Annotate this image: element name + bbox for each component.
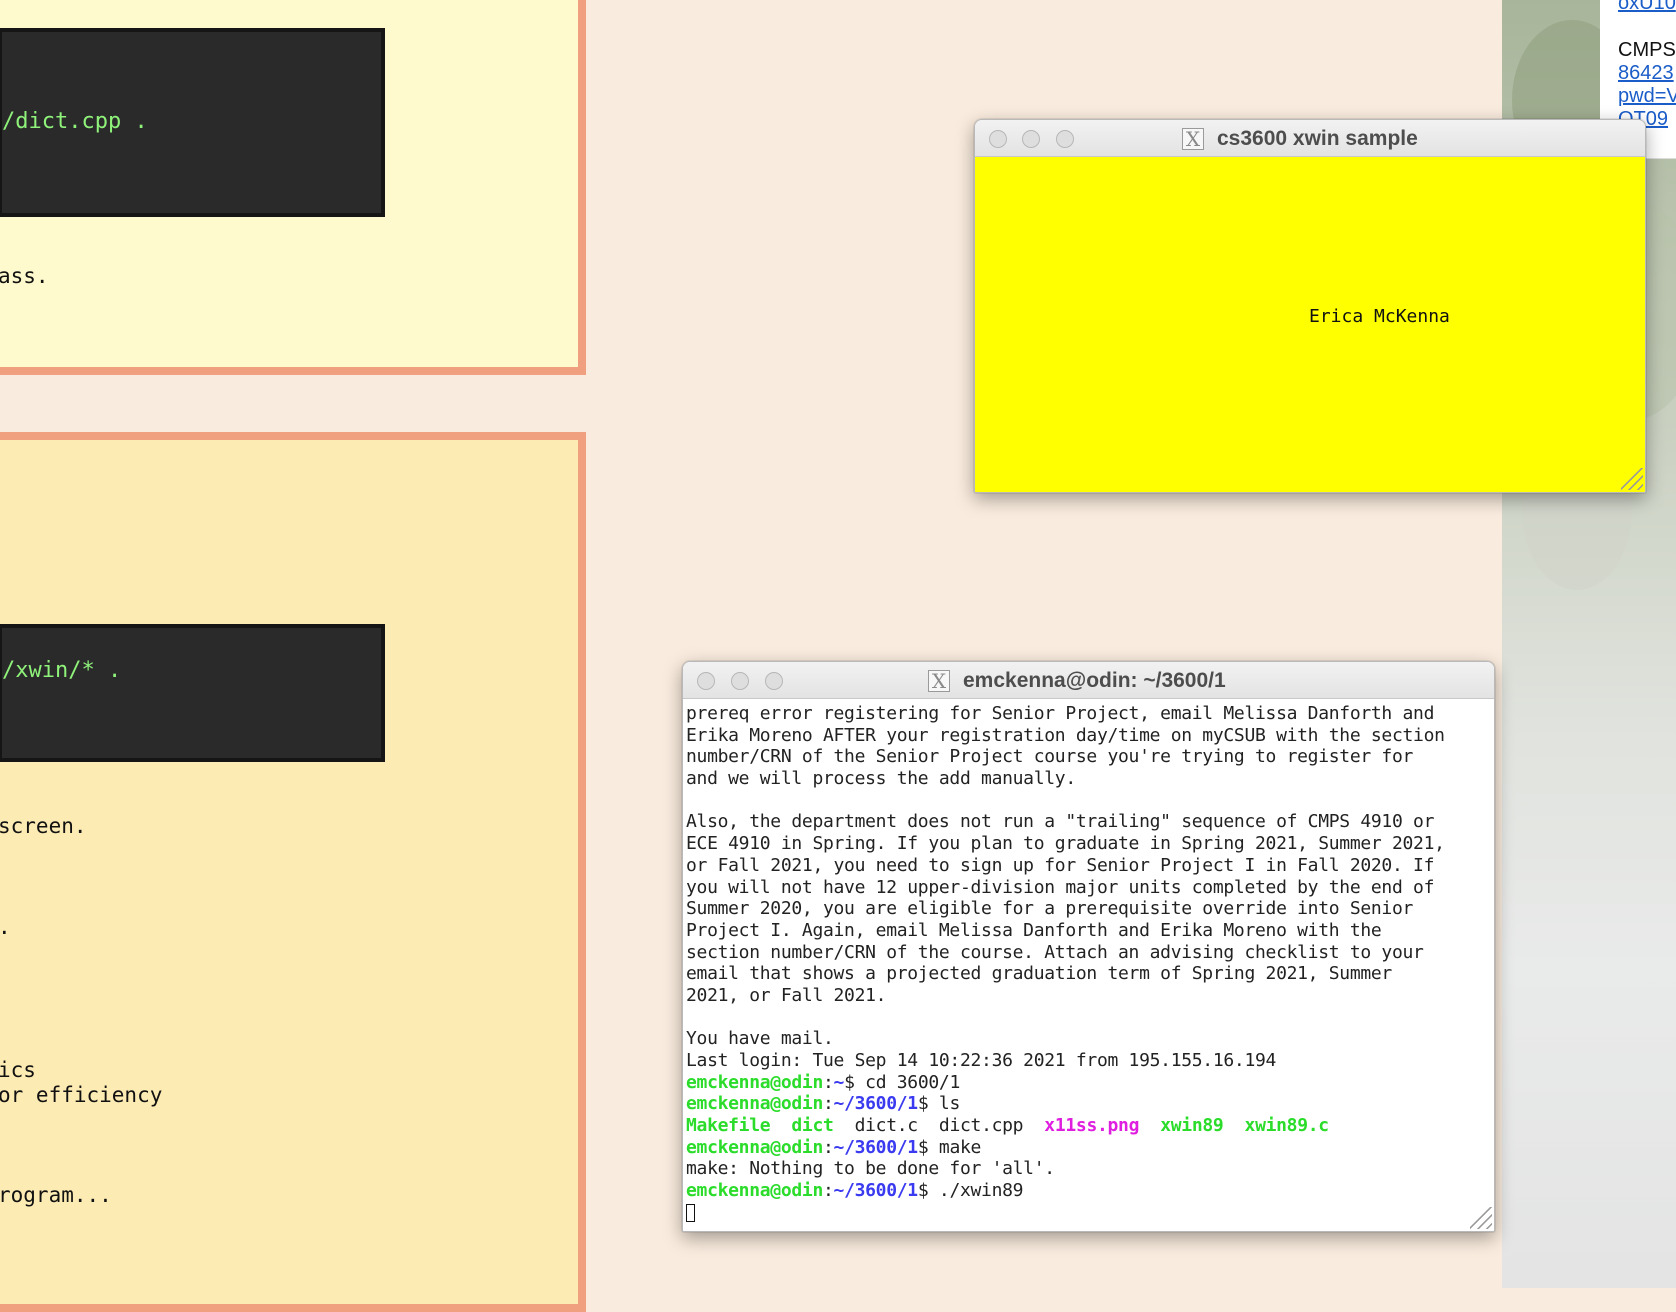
- ls-output: Makefile dict dict.c dict.cpp x11ss.png …: [686, 1115, 1445, 1137]
- close-button[interactable]: [989, 130, 1007, 148]
- ls-item: x11ss.png: [1044, 1115, 1140, 1137]
- motd-line: Last login: Tue Sep 14 10:22:36 2021 fro…: [686, 1050, 1277, 1071]
- prompt-line-run: emckenna@odin:~/3600/1$ ./xwin89: [686, 1180, 1024, 1202]
- command-text: ./xwin89: [928, 1180, 1024, 1202]
- terminal-window[interactable]: X emckenna@odin: ~/3600/1 prereq error r…: [682, 661, 1495, 1232]
- code-line-xwin: /xwin/* .: [2, 658, 122, 683]
- xwin-sample-window[interactable]: X cs3600 xwin sample Erica McKenna: [974, 119, 1646, 493]
- minimize-button[interactable]: [1022, 130, 1040, 148]
- text-line-dot: .: [0, 915, 11, 939]
- motd-line: 2021, or Fall 2021.: [686, 984, 887, 1006]
- left-panel-top: /dict.cpp . ass.: [0, 0, 586, 375]
- ls-item: xwin89.c: [1244, 1115, 1330, 1137]
- motd-line: number/CRN of the Senior Project course …: [686, 746, 1414, 768]
- motd-line: or Fall 2021, you need to sign up for Se…: [686, 854, 1435, 876]
- link-top[interactable]: oxU10: [1618, 0, 1676, 15]
- motd-line: email that shows a projected graduation …: [686, 963, 1392, 985]
- prompt-user: emckenna@odin: [686, 1180, 823, 1202]
- ls-item: xwin89: [1160, 1115, 1224, 1137]
- prompt-user: emckenna@odin: [686, 1071, 823, 1093]
- prompt-path: ~/3600/1: [833, 1093, 919, 1115]
- left-panel-bottom: /xwin/* . screen. . ics or efficiency ro…: [0, 432, 586, 1312]
- command-text: cd 3600/1: [854, 1071, 960, 1093]
- terminal-cursor: [686, 1203, 695, 1222]
- command-text: ls: [928, 1093, 960, 1115]
- cursor-line[interactable]: [686, 1202, 1445, 1224]
- terminal-body[interactable]: prereq error registering for Senior Proj…: [683, 699, 1494, 1231]
- cmps-label: CMPS: [1618, 39, 1676, 61]
- link-pwd[interactable]: pwd=V: [1618, 85, 1676, 108]
- canvas-text: Erica McKenna: [1309, 306, 1450, 327]
- prompt-line-make: emckenna@odin:~/3600/1$ make: [686, 1136, 982, 1158]
- motd-line: you will not have 12 upper-division majo…: [686, 876, 1435, 898]
- text-line-ass: ass.: [0, 264, 49, 288]
- command-text: make: [928, 1136, 982, 1158]
- resize-grip[interactable]: [1621, 468, 1643, 490]
- motd-line: You have mail.: [686, 1028, 834, 1050]
- terminal-text: prereq error registering for Senior Proj…: [686, 703, 1445, 1224]
- ls-item: dict.c: [854, 1115, 919, 1137]
- motd-line: Erika Moreno AFTER your registration day…: [686, 724, 1445, 746]
- window-title: emckenna@odin: ~/3600/1: [963, 669, 1226, 692]
- link-meeting-id[interactable]: 86423: [1618, 62, 1674, 85]
- minimize-button[interactable]: [731, 672, 749, 690]
- ls-item: Makefile: [686, 1115, 771, 1137]
- window-title: cs3600 xwin sample: [1217, 127, 1418, 150]
- prompt-path: ~/3600/1: [833, 1136, 919, 1158]
- motd-line: Summer 2020, you are eligible for a prer…: [686, 898, 1414, 920]
- text-line-screen: screen.: [0, 814, 87, 838]
- code-block-bottom: /xwin/* .: [0, 624, 385, 762]
- code-block-top: /dict.cpp .: [0, 28, 385, 217]
- prompt-line-cd: emckenna@odin:~$ cd 3600/1: [686, 1071, 960, 1093]
- prompt-path: ~: [833, 1071, 845, 1093]
- code-line-dict: /dict.cpp .: [2, 109, 148, 134]
- terminal-titlebar[interactable]: X emckenna@odin: ~/3600/1: [683, 662, 1494, 699]
- prompt-user: emckenna@odin: [686, 1093, 823, 1115]
- motd-line: prereq error registering for Senior Proj…: [686, 703, 1435, 724]
- ls-item: dict.cpp: [938, 1115, 1024, 1137]
- motd-line: ECE 4910 in Spring. If you plan to gradu…: [686, 833, 1445, 855]
- zoom-button[interactable]: [765, 672, 783, 690]
- motd-line: [686, 790, 1445, 812]
- xwin-canvas[interactable]: Erica McKenna: [975, 157, 1645, 492]
- prompt-path: ~/3600/1: [833, 1180, 919, 1202]
- motd-line: section number/CRN of the course. Attach…: [686, 941, 1424, 963]
- text-line-program: rogram...: [0, 1183, 112, 1207]
- resize-grip[interactable]: [1470, 1207, 1492, 1229]
- x11-icon: X: [1182, 128, 1204, 150]
- make-output: make: Nothing to be done for 'all'.: [686, 1158, 1055, 1180]
- motd-line: Project I. Again, email Melissa Danforth…: [686, 919, 1382, 941]
- close-button[interactable]: [697, 672, 715, 690]
- prompt-line-ls: emckenna@odin:~/3600/1$ ls: [686, 1093, 960, 1115]
- x11-icon: X: [928, 670, 950, 692]
- xwin-sample-titlebar[interactable]: X cs3600 xwin sample: [975, 120, 1645, 157]
- text-line-efficiency: or efficiency: [0, 1083, 163, 1107]
- text-line-ics: ics: [0, 1058, 36, 1082]
- ls-item: dict: [791, 1115, 834, 1137]
- prompt-user: emckenna@odin: [686, 1136, 823, 1158]
- motd-line: [686, 1007, 1445, 1029]
- motd-line: Also, the department does not run a "tra…: [686, 811, 1435, 833]
- motd-line: and we will process the add manually.: [686, 768, 1076, 790]
- zoom-button[interactable]: [1056, 130, 1074, 148]
